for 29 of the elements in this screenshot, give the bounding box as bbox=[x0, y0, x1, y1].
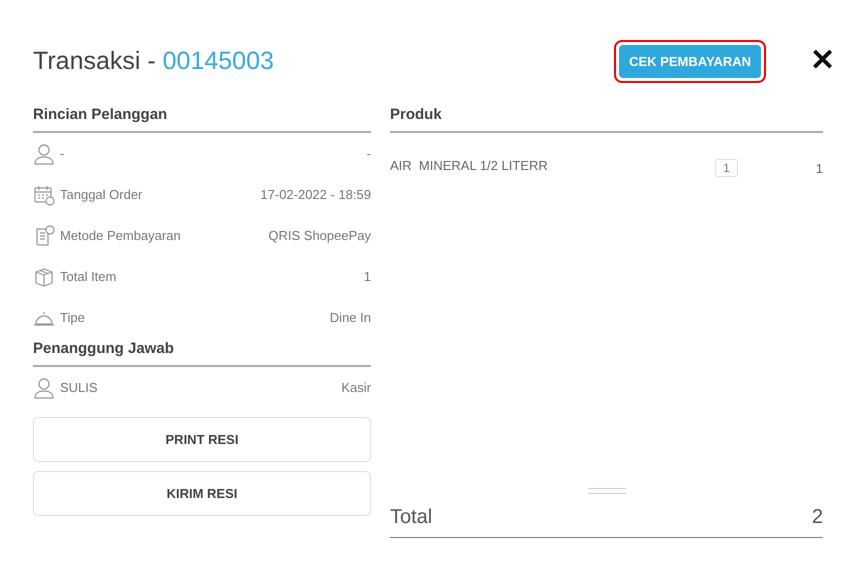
row-label: Total Item bbox=[60, 269, 118, 284]
total-label: Total bbox=[390, 506, 432, 529]
product-name: AIR MINERAL 1/2 LITERR bbox=[390, 158, 549, 172]
row-label: Tanggal Order bbox=[60, 187, 144, 202]
quantity-badge: 1 bbox=[715, 159, 738, 177]
row-value: Dine In bbox=[330, 310, 371, 325]
window-title: Transaksi - 00145003 bbox=[33, 46, 274, 76]
section-heading: Penanggung Jawab bbox=[33, 340, 371, 367]
row-value: QRIS ShopeePay bbox=[268, 228, 371, 243]
row-label: SULIS bbox=[60, 380, 99, 395]
row-label: Metode Pembayaran bbox=[60, 228, 182, 243]
row-label: - bbox=[60, 146, 66, 161]
drag-handle[interactable] bbox=[588, 488, 626, 494]
section-heading: Rincian Pelanggan bbox=[33, 106, 371, 133]
person-icon bbox=[33, 142, 55, 164]
row-value: 1 bbox=[364, 269, 371, 284]
row-value: 17-02-2022 - 18:59 bbox=[260, 187, 371, 202]
person-icon bbox=[33, 376, 55, 398]
box-icon bbox=[33, 266, 55, 288]
receipt-button[interactable]: PRINT RESI bbox=[33, 417, 371, 462]
receipt-button[interactable]: KIRIM RESI bbox=[33, 471, 371, 516]
section-heading: Produk bbox=[390, 106, 823, 133]
total-value: 2 bbox=[812, 506, 823, 529]
product-amount: 1 bbox=[816, 160, 823, 176]
row-label: Tipe bbox=[60, 310, 86, 325]
calendar-icon bbox=[33, 184, 55, 206]
close-button[interactable]: ✕ bbox=[810, 46, 835, 76]
row-value: Kasir bbox=[341, 380, 371, 395]
row-value: - bbox=[366, 146, 371, 161]
